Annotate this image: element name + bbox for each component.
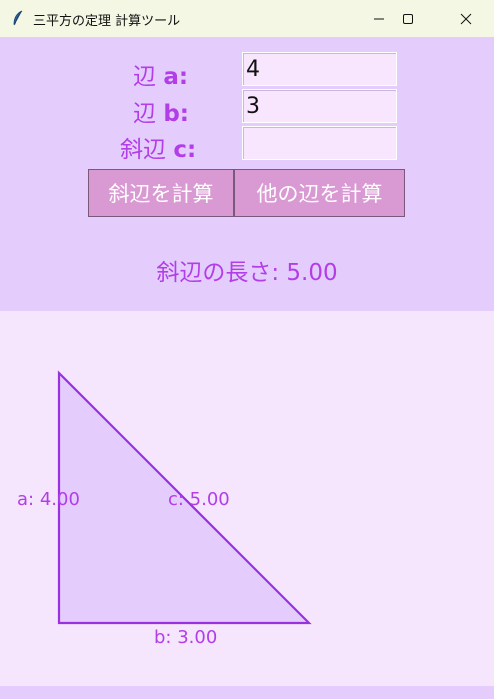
side-b-label-var: b: <box>163 101 189 127</box>
title-bar: 三平方の定理 計算ツール <box>0 0 494 37</box>
side-a-input[interactable] <box>242 52 397 86</box>
window-title: 三平方の定理 計算ツール <box>33 14 181 29</box>
maximize-icon <box>403 13 413 24</box>
result-value: 5.00 <box>286 260 338 286</box>
result-line: 斜辺の長さ: 5.00 <box>0 253 494 287</box>
side-b-input[interactable] <box>242 89 397 123</box>
close-icon <box>460 13 472 24</box>
close-button[interactable] <box>443 0 489 37</box>
feather-icon <box>13 10 23 26</box>
hypotenuse-dimension-label: c: 5.00 <box>168 489 230 510</box>
minimize-icon <box>374 18 384 19</box>
side-a-dimension-label: a: 4.00 <box>17 489 80 510</box>
side-a-label-var: a: <box>163 64 189 90</box>
side-b-dimension-label: b: 3.00 <box>154 627 217 648</box>
side-b-label: 辺 b: <box>133 94 189 128</box>
bottom-strip <box>0 686 494 699</box>
maximize-button[interactable] <box>385 0 431 37</box>
calc-other-side-button[interactable]: 他の辺を計算 <box>234 169 405 217</box>
side-b-label-jp: 辺 <box>133 101 156 127</box>
hypotenuse-label-var: c: <box>173 137 197 163</box>
side-a-label: 辺 a: <box>133 57 188 91</box>
triangle-canvas: a: 4.00 c: 5.00 b: 3.00 <box>0 311 494 686</box>
side-a-label-jp: 辺 <box>133 64 156 90</box>
result-label: 斜辺の長さ: <box>156 260 280 286</box>
hypotenuse-label: 斜辺 c: <box>120 130 196 164</box>
hypotenuse-input[interactable] <box>242 126 397 160</box>
calc-hypotenuse-button[interactable]: 斜辺を計算 <box>88 169 234 217</box>
triangle-drawing: a: 4.00 c: 5.00 b: 3.00 <box>17 370 312 648</box>
hypotenuse-label-jp: 斜辺 <box>120 137 166 163</box>
